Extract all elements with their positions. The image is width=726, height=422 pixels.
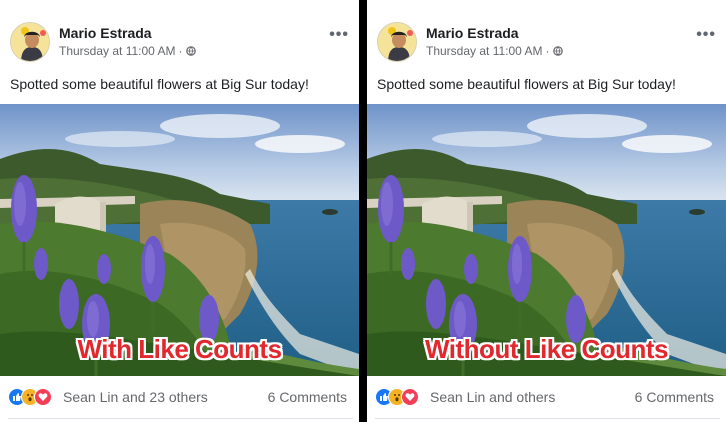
author-name[interactable]: Mario Estrada — [426, 25, 519, 41]
comparison-screenshot: Mario Estrada Thursday at 11:00 AM · •••… — [0, 0, 726, 422]
post-footer: Sean Lin and others 6 Comments — [375, 386, 720, 410]
post-text: Spotted some beautiful flowers at Big Su… — [10, 76, 309, 92]
footer-divider — [8, 418, 353, 419]
reaction-icons[interactable] — [375, 388, 425, 408]
post-header: Mario Estrada Thursday at 11:00 AM · ••• — [10, 22, 355, 64]
facebook-post-without-counts: Mario Estrada Thursday at 11:00 AM · •••… — [367, 0, 726, 422]
more-options-icon[interactable]: ••• — [696, 27, 716, 43]
post-text: Spotted some beautiful flowers at Big Su… — [377, 76, 676, 92]
globe-icon[interactable] — [185, 46, 196, 56]
meta-separator: · — [545, 44, 550, 58]
avatar[interactable] — [10, 22, 50, 62]
overlay-label: Without Like Counts — [424, 334, 669, 364]
post-meta: Thursday at 11:00 AM · — [59, 44, 196, 58]
timestamp[interactable]: Thursday at 11:00 AM — [59, 44, 176, 58]
post-header: Mario Estrada Thursday at 11:00 AM · ••• — [377, 22, 722, 64]
love-icon — [34, 388, 52, 406]
reactions-summary[interactable]: Sean Lin and 23 others — [63, 389, 208, 405]
comments-count[interactable]: 6 Comments — [268, 389, 347, 405]
globe-icon[interactable] — [552, 46, 563, 56]
reaction-icons[interactable] — [8, 388, 58, 408]
footer-divider — [375, 418, 720, 419]
more-options-icon[interactable]: ••• — [329, 27, 349, 43]
post-footer: Sean Lin and 23 others 6 Comments — [8, 386, 353, 410]
author-name[interactable]: Mario Estrada — [59, 25, 152, 41]
timestamp[interactable]: Thursday at 11:00 AM — [426, 44, 543, 58]
overlay-label: With Like Counts — [77, 334, 282, 364]
meta-separator: · — [178, 44, 183, 58]
center-divider — [359, 0, 367, 422]
reactions-summary[interactable]: Sean Lin and others — [430, 389, 555, 405]
comments-count[interactable]: 6 Comments — [635, 389, 714, 405]
avatar[interactable] — [377, 22, 417, 62]
love-icon — [401, 388, 419, 406]
facebook-post-with-counts: Mario Estrada Thursday at 11:00 AM · •••… — [0, 0, 359, 422]
post-meta: Thursday at 11:00 AM · — [426, 44, 563, 58]
